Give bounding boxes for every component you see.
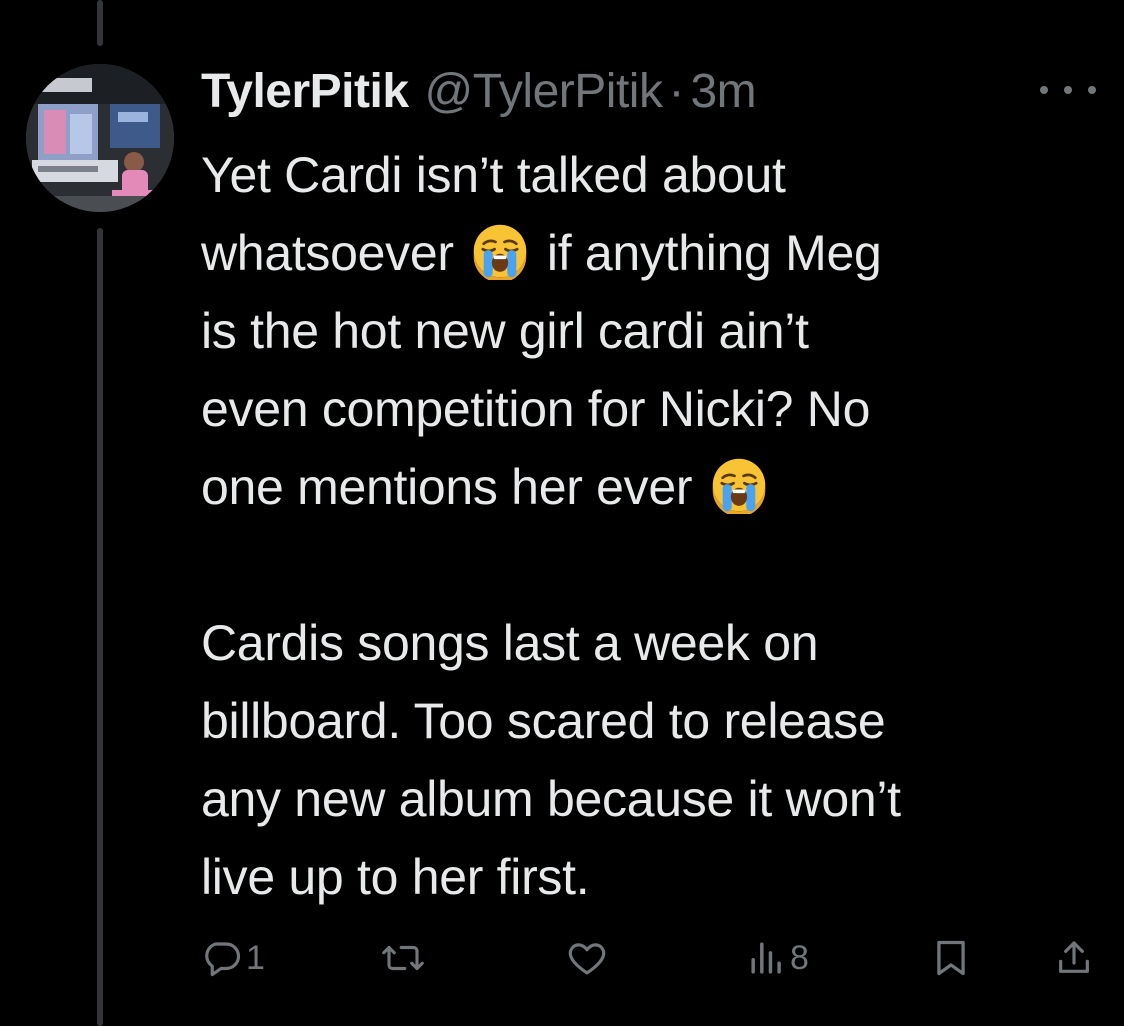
more-icon[interactable] (1040, 72, 1096, 108)
text-line: Cardis songs last a week on (201, 604, 1101, 682)
text-segment: one mentions her ever (201, 459, 693, 515)
text-line: even competition for Nicki? No (201, 370, 1101, 448)
tweet[interactable]: TylerPitik @TylerPitik · 3m Yet Cardi is… (0, 0, 1124, 1026)
reply-button[interactable]: 1 (200, 932, 265, 984)
text-segment: even competition for Nicki? No (201, 381, 871, 437)
text-line: any new album because it won’t (201, 760, 1101, 838)
more-dot (1088, 86, 1096, 94)
text-segment: live up to her first. (201, 849, 590, 905)
text-line: is the hot new girl cardi ain’t (201, 292, 1101, 370)
text-line: billboard. Too scared to release (201, 682, 1101, 760)
views-count: 8 (790, 938, 809, 977)
text-segment: if anything Meg (546, 225, 882, 281)
text-segment: Yet Cardi isn’t talked about (201, 147, 786, 203)
bookmark-icon (937, 940, 965, 976)
timestamp[interactable]: 3m (690, 62, 756, 122)
avatar[interactable] (26, 64, 174, 212)
text-segment: whatsoever (201, 225, 454, 281)
share-icon (1059, 941, 1089, 973)
text-line: one mentions her ever (201, 448, 1101, 526)
text-segment: is the hot new girl cardi ain’t (201, 303, 809, 359)
reply-icon (205, 942, 241, 977)
crying-face-emoji (712, 458, 766, 514)
action-bar: 1 8 (0, 932, 1124, 984)
text-line: whatsoever if anything Meg (201, 214, 1101, 292)
heart-icon (568, 943, 606, 975)
more-dot (1040, 86, 1048, 94)
share-button[interactable] (1054, 932, 1094, 984)
like-button[interactable] (566, 932, 612, 984)
more-dot (1064, 86, 1072, 94)
text-segment: any new album because it won’t (201, 771, 901, 827)
thread-line-bottom (97, 228, 103, 1026)
display-name[interactable]: TylerPitik (201, 62, 409, 122)
text-segment: Cardis songs last a week on (201, 615, 819, 671)
thread-line-top (97, 0, 103, 46)
text-line: Yet Cardi isn’t talked about (201, 136, 1101, 214)
views-button[interactable]: 8 (748, 932, 809, 984)
retweet-icon (382, 945, 424, 971)
text-line: live up to her first. (201, 838, 1101, 916)
user-handle[interactable]: @TylerPitik (425, 62, 663, 122)
tweet-header: TylerPitik @TylerPitik · 3m (201, 62, 757, 122)
crying-face-emoji (474, 224, 527, 280)
retweet-button[interactable] (380, 932, 430, 984)
reply-count: 1 (246, 938, 265, 977)
text-segment: billboard. Too scared to release (201, 693, 886, 749)
views-icon (751, 942, 781, 974)
tweet-text: Yet Cardi isn’t talked about whatsoever … (201, 136, 1101, 916)
bookmark-button[interactable] (932, 932, 970, 984)
separator-dot: · (668, 65, 685, 118)
